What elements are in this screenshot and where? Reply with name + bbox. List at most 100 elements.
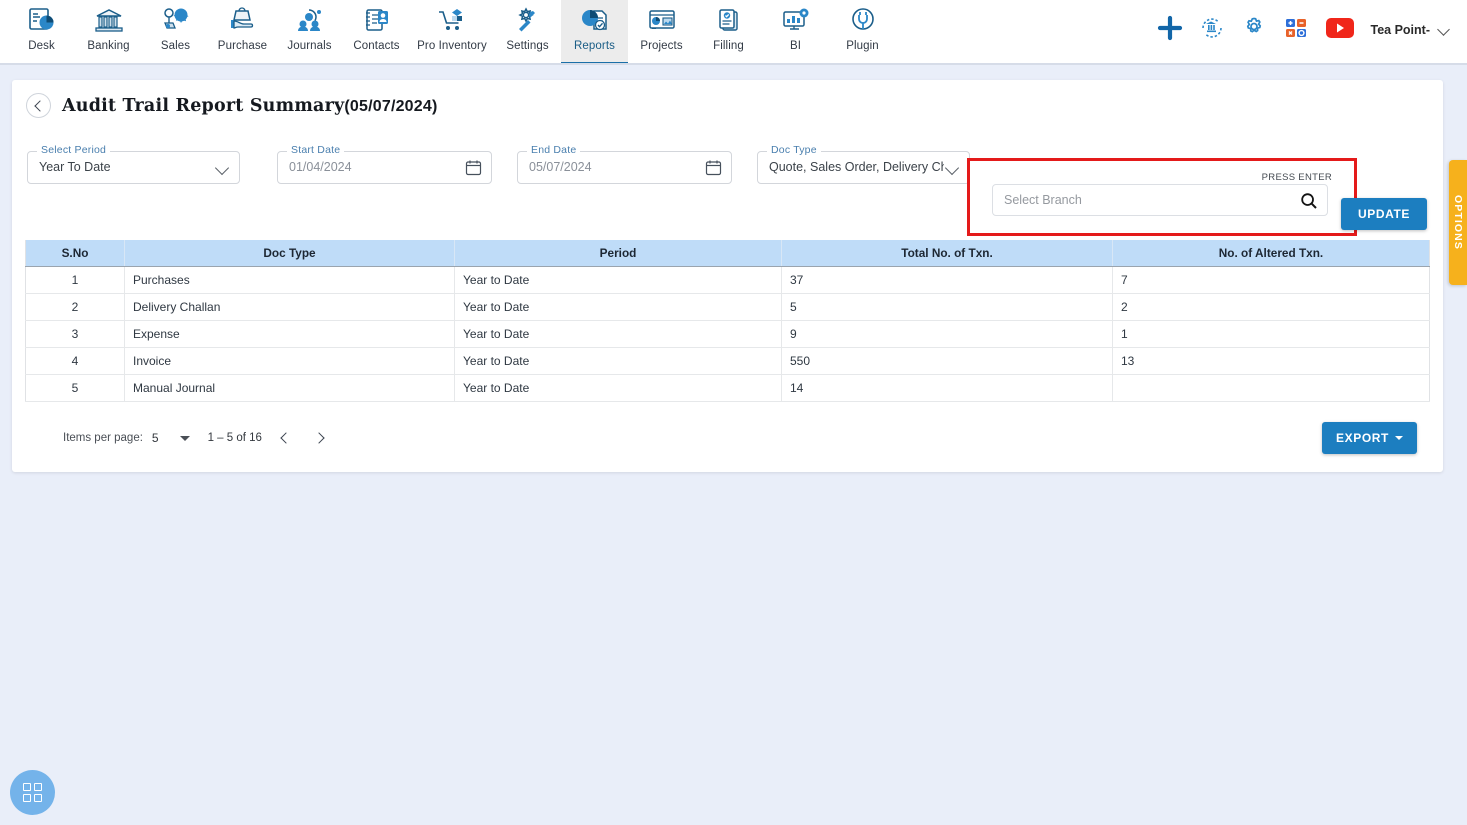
table-row[interactable]: 4 Invoice Year to Date 550 13	[25, 347, 1430, 375]
nav-item-bi[interactable]: BI	[762, 0, 829, 65]
cell-altered-link[interactable]: 1	[1112, 320, 1430, 348]
column-header-period: Period	[454, 240, 782, 267]
cell-sno: 1	[25, 266, 125, 294]
journals-icon	[295, 6, 325, 36]
nav-item-label: Reports	[574, 40, 615, 52]
cell-doc-type: Manual Journal	[124, 374, 455, 402]
settings-icon	[513, 6, 543, 36]
gear-icon[interactable]	[1241, 15, 1267, 46]
page-title-date: (05/07/2024)	[344, 97, 438, 115]
calendar-icon[interactable]	[465, 159, 482, 181]
items-per-page-dropdown-arrow-icon[interactable]	[179, 435, 190, 441]
cell-sno: 5	[25, 374, 125, 402]
cell-altered-link	[1112, 374, 1430, 402]
nav-item-projects[interactable]: Projects	[628, 0, 695, 65]
select-branch-placeholder: Select Branch	[1004, 193, 1082, 207]
update-button[interactable]: UPDATE	[1340, 198, 1427, 230]
end-date-label: End Date	[527, 144, 581, 156]
select-branch-input[interactable]: Select Branch	[992, 184, 1328, 216]
cell-total: 550	[781, 347, 1113, 375]
table-row[interactable]: 2 Delivery Challan Year to Date 5 2	[25, 293, 1430, 321]
table-row[interactable]: 5 Manual Journal Year to Date 14	[25, 374, 1430, 402]
nav-item-label: Pro Inventory	[417, 40, 487, 52]
chevron-down-icon	[1439, 24, 1451, 36]
nav-item-filling[interactable]: Filling	[695, 0, 762, 65]
options-side-tab[interactable]: OPTIONS	[1449, 160, 1467, 285]
table-row[interactable]: 1 Purchases Year to Date 37 7	[25, 266, 1430, 294]
select-period-label: Select Period	[37, 144, 111, 156]
bank-sync-icon[interactable]	[1199, 15, 1225, 46]
nav-item-label: Filling	[713, 40, 744, 52]
cell-total: 9	[781, 320, 1113, 348]
caret-down-icon	[1395, 436, 1403, 440]
cell-altered-link[interactable]: 13	[1112, 347, 1430, 375]
reports-icon	[580, 6, 610, 36]
back-button[interactable]	[26, 93, 51, 118]
cell-sno: 4	[25, 347, 125, 375]
cell-total: 14	[781, 374, 1113, 402]
table-body: 1 Purchases Year to Date 37 7 2 Delivery…	[25, 266, 1430, 402]
nav-item-plugin[interactable]: Plugin	[829, 0, 896, 65]
table-row[interactable]: 3 Expense Year to Date 9 1	[25, 320, 1430, 348]
previous-page-button[interactable]	[272, 425, 298, 451]
cell-doc-type: Expense	[124, 320, 455, 348]
doc-type-dropdown[interactable]: Doc Type Quote, Sales Order, Delivery Ch…	[757, 144, 970, 184]
cell-altered-link[interactable]: 7	[1112, 266, 1430, 294]
end-date-value: 05/07/2024	[529, 160, 592, 174]
nav-item-banking[interactable]: Banking	[75, 0, 142, 65]
column-header-sno: S.No	[25, 240, 125, 267]
cell-period: Year to Date	[454, 374, 782, 402]
calendar-icon[interactable]	[705, 159, 722, 181]
items-per-page-value[interactable]: 5	[152, 431, 159, 445]
nav-item-journals[interactable]: Journals	[276, 0, 343, 65]
apps-fab-button[interactable]	[10, 770, 55, 815]
cell-altered-link[interactable]: 2	[1112, 293, 1430, 321]
top-navigation-bar: Desk Banking Sales Purchase Journals Con…	[0, 0, 1467, 65]
nav-item-desk[interactable]: Desk	[8, 0, 75, 65]
filter-bar: Select Period Year To Date Start Date 01…	[12, 128, 1443, 236]
page-title-text: Audit Trail Report Summary	[62, 95, 345, 116]
user-menu[interactable]: Tea Point-	[1371, 23, 1452, 37]
start-date-value: 01/04/2024	[289, 160, 352, 174]
export-button[interactable]: EXPORT	[1322, 422, 1417, 454]
top-nav-actions: Tea Point-	[1157, 0, 1467, 60]
nav-item-contacts[interactable]: Contacts	[343, 0, 410, 65]
sales-icon	[161, 6, 191, 36]
press-enter-hint: PRESS ENTER	[1261, 172, 1332, 183]
report-table-wrapper: S.No Doc Type Period Total No. of Txn. N…	[25, 240, 1430, 402]
chevron-left-icon	[280, 432, 293, 444]
top-nav-items: Desk Banking Sales Purchase Journals Con…	[0, 0, 896, 65]
plugin-icon	[848, 6, 878, 36]
search-icon[interactable]	[1300, 192, 1318, 215]
nav-item-label: Banking	[87, 40, 130, 52]
end-date-input[interactable]: End Date 05/07/2024	[517, 144, 732, 184]
nav-item-label: Purchase	[217, 40, 268, 52]
calculator-icon[interactable]	[1283, 15, 1309, 46]
start-date-input[interactable]: Start Date 01/04/2024	[277, 144, 492, 184]
nav-item-sales[interactable]: Sales	[142, 0, 209, 65]
items-per-page-label: Items per page:	[63, 432, 143, 444]
nav-item-label: Contacts	[353, 40, 400, 52]
add-icon[interactable]	[1157, 15, 1183, 46]
nav-item-reports[interactable]: Reports	[561, 0, 628, 65]
page-title: Audit Trail Report Summary(05/07/2024)	[62, 96, 438, 116]
nav-item-label: Desk	[28, 40, 55, 52]
select-period-dropdown[interactable]: Select Period Year To Date	[27, 144, 240, 184]
chevron-left-icon	[34, 99, 46, 112]
cell-period: Year to Date	[454, 293, 782, 321]
column-header-altered: No. of Altered Txn.	[1112, 240, 1430, 267]
nav-item-label: Settings	[506, 40, 549, 52]
nav-item-pro-inventory[interactable]: Pro Inventory	[410, 0, 494, 65]
next-page-button[interactable]	[308, 425, 334, 451]
youtube-icon[interactable]	[1325, 17, 1355, 44]
filling-icon	[714, 6, 744, 36]
top-nav-divider	[0, 63, 1467, 65]
cell-doc-type: Delivery Challan	[124, 293, 455, 321]
nav-item-settings[interactable]: Settings	[494, 0, 561, 65]
projects-icon	[647, 6, 677, 36]
doc-type-value: Quote, Sales Order, Delivery Cha...	[769, 160, 944, 174]
nav-item-purchase[interactable]: Purchase	[209, 0, 276, 65]
start-date-label: Start Date	[287, 144, 345, 156]
options-tab-label: OPTIONS	[1452, 195, 1464, 250]
doc-type-label: Doc Type	[767, 144, 821, 156]
